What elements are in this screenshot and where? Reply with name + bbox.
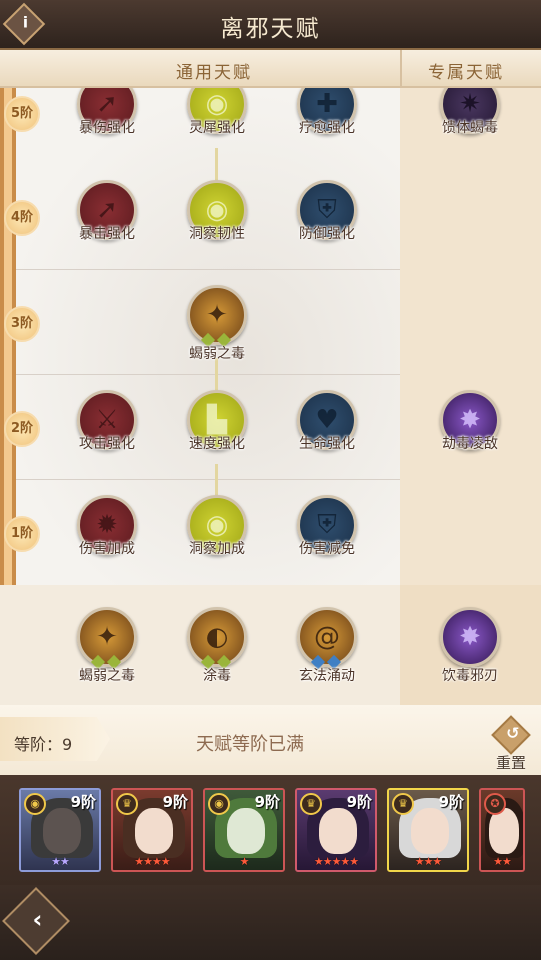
talent-damage-bonus[interactable]: ✹ 伤害加成 bbox=[57, 495, 157, 575]
tier-separator bbox=[16, 479, 400, 480]
talent-poison-feed[interactable]: ✷ 馈体蝎毒 bbox=[420, 88, 520, 154]
hero-card[interactable]: ♛ 9阶 ★★★★ bbox=[111, 788, 193, 872]
hero-card[interactable]: ♛ 9阶 ★★★★★ bbox=[295, 788, 377, 872]
talent-healing[interactable]: ✚ 疗愈强化 bbox=[277, 88, 377, 154]
tab-exclusive[interactable]: 专属天赋 bbox=[428, 58, 504, 83]
talent-defense[interactable]: ⛨ 防御强化 bbox=[277, 180, 377, 260]
equipped-poison-blade[interactable]: ✸ 饮毒邪刃 bbox=[420, 607, 520, 687]
element-icon: ♛ bbox=[300, 793, 322, 815]
hero-card[interactable]: ✪ ★★ bbox=[479, 788, 525, 872]
header: i 离邪天赋 bbox=[0, 0, 541, 50]
element-icon: ♛ bbox=[116, 793, 138, 815]
undo-icon: ↺ bbox=[491, 715, 531, 755]
talent-weakening-poison[interactable]: ✦ 蝎弱之毒 bbox=[167, 285, 267, 365]
max-level-notice: 天赋等阶已满 bbox=[196, 734, 304, 755]
hero-card-selected[interactable]: ♛ 9阶 ★★★ bbox=[387, 788, 469, 872]
tier-badge-1: 1阶 bbox=[4, 516, 40, 552]
talent-crit-rate[interactable]: ➚ 暴击强化 bbox=[57, 180, 157, 260]
tier-badge-2: 2阶 bbox=[4, 411, 40, 447]
tier-separator bbox=[16, 269, 400, 270]
talent-health[interactable]: ♥ 生命强化 bbox=[277, 390, 377, 470]
level-bar: 等阶：9 天赋等阶已满 ↺ 重置 bbox=[0, 705, 541, 775]
talent-poison-strike[interactable]: ✸ 劫毒凌敌 bbox=[420, 390, 520, 470]
equipped-apply-poison[interactable]: ◐ 涂毒 bbox=[167, 607, 267, 687]
hero-roster[interactable]: ◉ 9阶 ★★ ♛ 9阶 ★★★★ ◉ 9阶 ★ ♛ 9阶 ★★★★★ ♛ 9阶… bbox=[0, 775, 541, 885]
page-title: 离邪天赋 bbox=[220, 16, 321, 42]
talent-attack[interactable]: ⚔ 攻击强化 bbox=[57, 390, 157, 470]
talent-screen: i 离邪天赋 通用天赋 专属天赋 5阶 4阶 3阶 2阶 1阶 ➚ 暴伤强化 ◉ 灵… bbox=[0, 0, 541, 960]
element-icon: ♛ bbox=[392, 793, 414, 815]
tier-badge-5: 5阶 bbox=[4, 96, 40, 132]
equipped-mystic-surge[interactable]: @ 玄法涌动 bbox=[277, 607, 377, 687]
exclusive-tree-panel bbox=[400, 88, 541, 585]
equipped-talents: ✦ 蝎弱之毒 ◐ 涂毒 @ 玄法涌动 ✸ 饮毒邪刃 bbox=[0, 585, 541, 705]
back-button[interactable]: ‹ bbox=[2, 887, 70, 955]
tier-separator bbox=[16, 374, 400, 375]
tab-general[interactable]: 通用天赋 bbox=[176, 58, 252, 83]
tier-badge-4: 4阶 bbox=[4, 200, 40, 236]
reset-button[interactable]: ↺ 重置 bbox=[490, 715, 532, 772]
poison-blade-icon: ✸ bbox=[440, 607, 500, 667]
talent-insight-tenacity[interactable]: ◉ 洞察韧性 bbox=[167, 180, 267, 260]
equipped-weakening-poison[interactable]: ✦ 蝎弱之毒 bbox=[57, 607, 157, 687]
talent-insight-boost[interactable]: ◉ 灵犀强化 bbox=[167, 88, 267, 154]
hero-card[interactable]: ◉ 9阶 ★ bbox=[203, 788, 285, 872]
talent-crit-damage[interactable]: ➚ 暴伤强化 bbox=[57, 88, 157, 154]
talent-tree[interactable]: 5阶 4阶 3阶 2阶 1阶 ➚ 暴伤强化 ◉ 灵犀强化 ✚ 疗愈强化 ✷ 馈体蝎毒 ➚… bbox=[0, 88, 541, 585]
tab-divider bbox=[400, 50, 402, 88]
tab-bar: 通用天赋 专属天赋 bbox=[0, 50, 541, 88]
element-icon: ◉ bbox=[208, 793, 230, 815]
level-text: 等阶：9 bbox=[14, 735, 73, 754]
element-icon: ◉ bbox=[24, 793, 46, 815]
footer: ‹ bbox=[0, 885, 541, 960]
tier-badge-3: 3阶 bbox=[4, 306, 40, 342]
talent-damage-reduction[interactable]: ⛨ 伤害减免 bbox=[277, 495, 377, 575]
hero-card[interactable]: ◉ 9阶 ★★ bbox=[19, 788, 101, 872]
back-arrow-icon: ‹ bbox=[32, 905, 43, 934]
talent-insight-bonus[interactable]: ◉ 洞察加成 bbox=[167, 495, 267, 575]
talent-speed[interactable]: ▙ 速度强化 bbox=[167, 390, 267, 470]
element-icon: ✪ bbox=[484, 793, 506, 815]
